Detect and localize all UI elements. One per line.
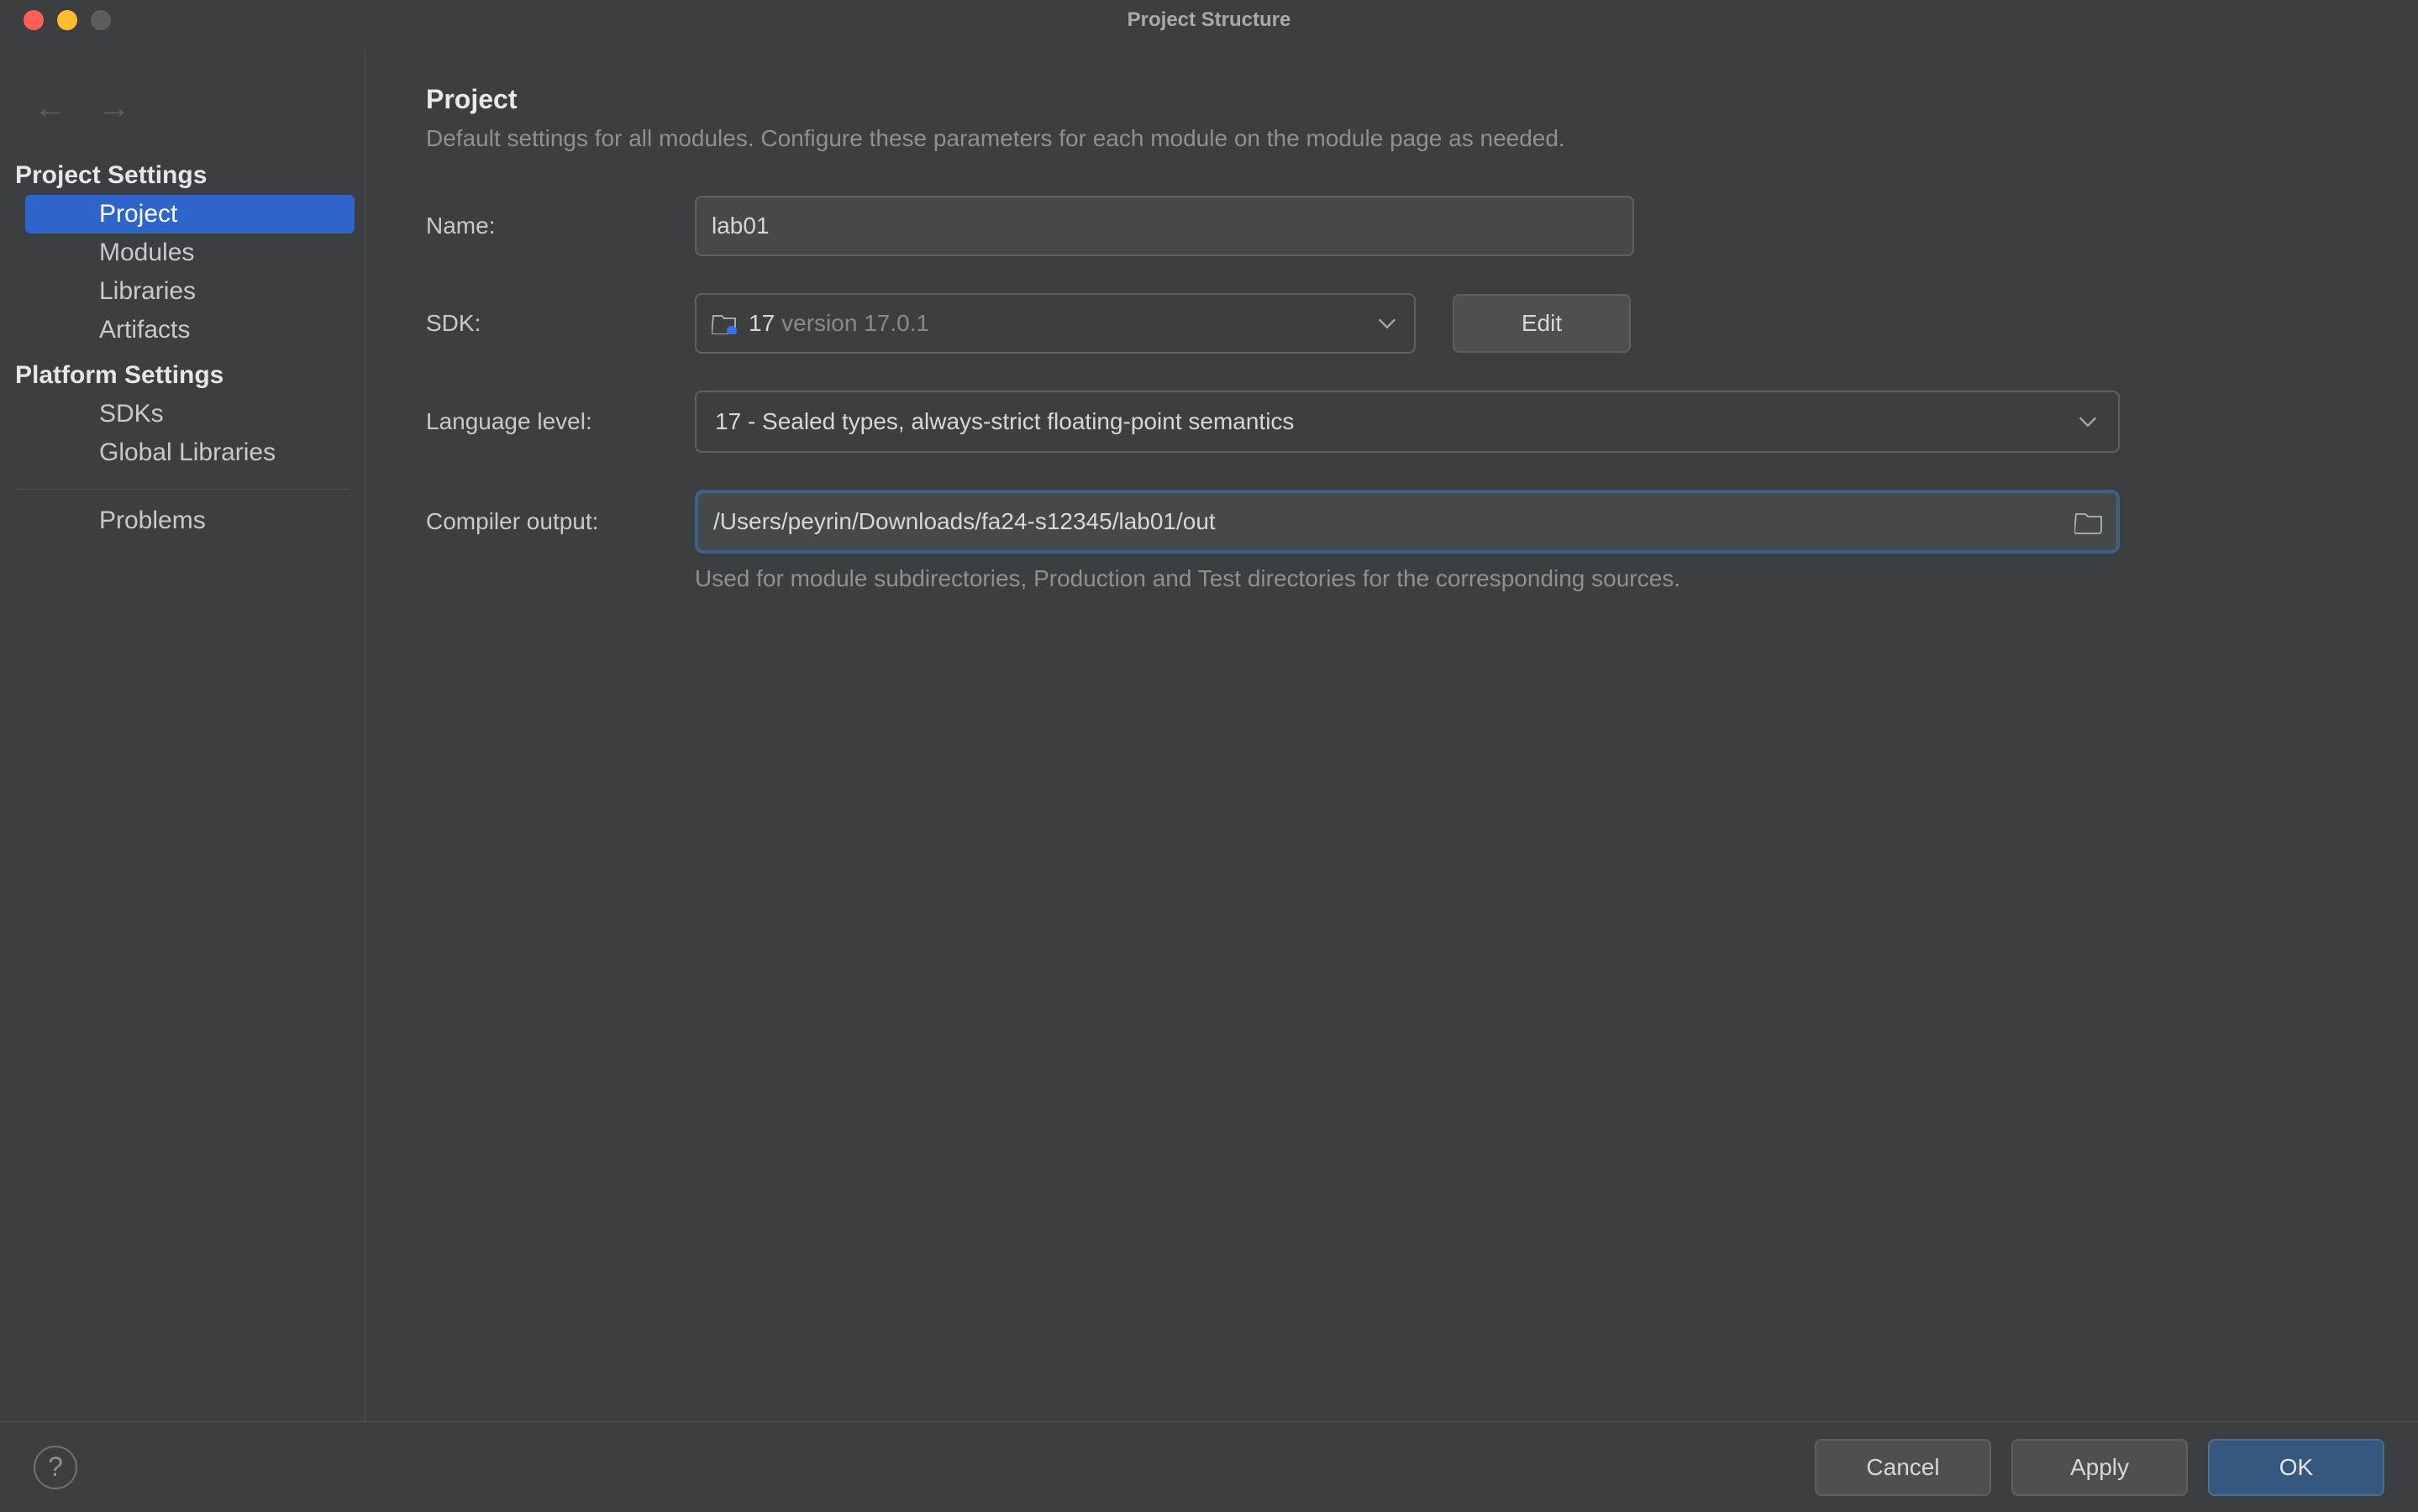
chevron-down-icon (2076, 410, 2100, 433)
page-subtitle: Default settings for all modules. Config… (426, 125, 2368, 152)
sdk-version: version 17.0.1 (781, 310, 929, 337)
compiler-output-label: Compiler output: (426, 508, 695, 535)
browse-folder-icon[interactable] (2074, 509, 2103, 534)
folder-icon (712, 312, 737, 334)
sdk-name: 17 (749, 310, 775, 337)
sidebar-item-libraries[interactable]: Libraries (0, 272, 365, 311)
sidebar-item-label: Project (99, 200, 177, 228)
window-minimize-button[interactable] (57, 10, 77, 30)
window-zoom-button[interactable] (91, 10, 111, 30)
sidebar-item-label: SDKs (99, 400, 164, 428)
button-label: OK (2279, 1454, 2313, 1481)
nav-back-icon[interactable]: ← (34, 91, 67, 124)
name-input[interactable] (695, 196, 1634, 256)
language-level-label: Language level: (426, 408, 695, 435)
sidebar-section-platform-settings: Platform Settings (0, 354, 365, 395)
sdk-select[interactable]: 17 version 17.0.1 (695, 293, 1416, 354)
sidebar: ← → Project Settings Project Modules Lib… (0, 40, 376, 1421)
titlebar: Project Structure (0, 0, 2418, 40)
content-area: Project Default settings for all modules… (376, 40, 2418, 1421)
button-label: Cancel (1866, 1454, 1939, 1481)
button-label: Apply (2070, 1454, 2129, 1481)
language-level-value: 17 - Sealed types, always-strict floatin… (715, 408, 2076, 435)
sidebar-separator (15, 489, 350, 490)
compiler-output-help: Used for module subdirectories, Producti… (695, 565, 2368, 592)
sidebar-section-project-settings: Project Settings (0, 155, 365, 195)
compiler-output-input[interactable] (713, 508, 2074, 535)
help-button[interactable]: ? (34, 1446, 77, 1489)
name-label: Name: (426, 213, 695, 239)
sidebar-item-artifacts[interactable]: Artifacts (0, 311, 365, 349)
apply-button[interactable]: Apply (2011, 1439, 2188, 1496)
sidebar-item-global-libraries[interactable]: Global Libraries (0, 433, 365, 472)
language-level-select[interactable]: 17 - Sealed types, always-strict floatin… (695, 391, 2120, 453)
sdk-label: SDK: (426, 310, 695, 337)
sidebar-item-label: Problems (99, 507, 206, 534)
ok-button[interactable]: OK (2208, 1439, 2384, 1496)
window-close-button[interactable] (24, 10, 44, 30)
dialog-footer: ? Cancel Apply OK (0, 1421, 2418, 1512)
sidebar-item-problems[interactable]: Problems (0, 501, 365, 540)
sidebar-item-label: Modules (99, 239, 194, 266)
sidebar-item-project[interactable]: Project (25, 195, 355, 234)
window-title: Project Structure (1128, 8, 1291, 32)
page-title: Project (426, 84, 2368, 115)
compiler-output-field[interactable] (695, 490, 2120, 554)
sidebar-item-label: Libraries (99, 277, 196, 305)
sidebar-item-sdks[interactable]: SDKs (0, 395, 365, 433)
nav-forward-icon[interactable]: → (97, 91, 131, 124)
sdk-edit-button[interactable]: Edit (1453, 294, 1631, 353)
sidebar-item-label: Global Libraries (99, 438, 276, 466)
cancel-button[interactable]: Cancel (1815, 1439, 1991, 1496)
button-label: Edit (1522, 310, 1562, 337)
sidebar-item-label: Artifacts (99, 316, 190, 344)
help-icon: ? (48, 1452, 63, 1483)
sidebar-item-modules[interactable]: Modules (0, 234, 365, 272)
chevron-down-icon (1375, 312, 1399, 335)
